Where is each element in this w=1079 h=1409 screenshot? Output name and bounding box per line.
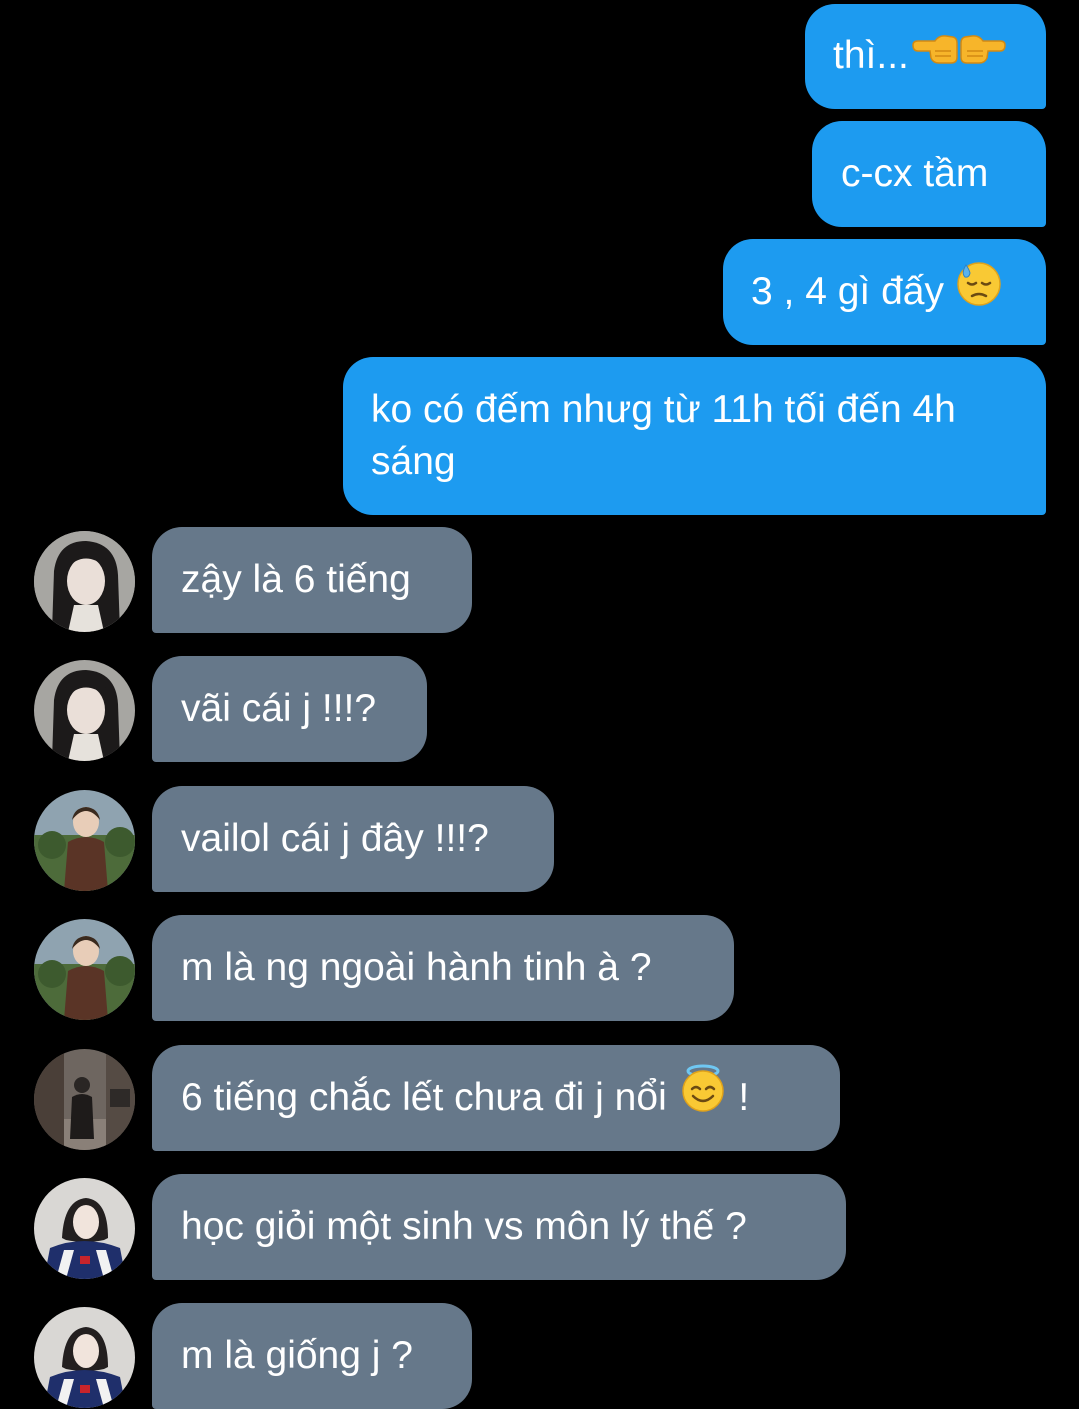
message-text: ko có đếm nhưg từ 11h tối đến 4h sáng: [371, 388, 956, 483]
avatar-street-photo[interactable]: [34, 1049, 135, 1150]
message-text: m là giống j ?: [181, 1334, 413, 1377]
message-text: m là ng ngoài hành tinh à ?: [181, 946, 652, 989]
avatar-girl-racing-jacket[interactable]: [34, 1307, 135, 1408]
avatar-child-brown-jacket[interactable]: [34, 919, 135, 1020]
message-text: 3 , 4 gì đấy: [751, 270, 944, 313]
message-bubble-incoming[interactable]: 6 tiếng chắc lết chưa đi j nổi !: [152, 1045, 840, 1151]
message-text: vãi cái j !!!?: [181, 687, 377, 730]
message-text: vailol cái j đây !!!?: [181, 817, 489, 860]
message-bubble-outgoing[interactable]: ko có đếm nhưg từ 11h tối đến 4h sáng: [343, 357, 1046, 515]
message-text: c-cx tầm: [841, 152, 989, 195]
message-text: thì...: [833, 34, 909, 77]
smiling-face-with-halo-icon: [678, 1063, 728, 1127]
avatar-girl-racing-jacket[interactable]: [34, 1178, 135, 1279]
message-text: 6 tiếng chắc lết chưa đi j nổi: [181, 1076, 667, 1119]
message-text: zậy là 6 tiếng: [181, 558, 411, 601]
avatar-girl-dark-hair[interactable]: [34, 660, 135, 761]
message-bubble-incoming[interactable]: zậy là 6 tiếng: [152, 527, 472, 633]
message-bubble-incoming[interactable]: vailol cái j đây !!!?: [152, 786, 554, 892]
message-bubble-incoming[interactable]: m là ng ngoài hành tinh à ?: [152, 915, 734, 1021]
downcast-sweat-face-icon: [955, 259, 1003, 321]
message-bubble-incoming[interactable]: m là giống j ?: [152, 1303, 472, 1409]
message-bubble-outgoing[interactable]: c-cx tầm: [812, 121, 1046, 227]
message-bubble-outgoing[interactable]: thì...: [805, 4, 1046, 109]
message-suffix: !: [738, 1076, 750, 1119]
avatar-girl-dark-hair[interactable]: [34, 531, 135, 632]
avatar-child-brown-jacket[interactable]: [34, 790, 135, 891]
message-bubble-incoming[interactable]: học giỏi một sinh vs môn lý thế ?: [152, 1174, 846, 1280]
message-bubble-incoming[interactable]: vãi cái j !!!?: [152, 656, 427, 762]
message-bubble-outgoing[interactable]: 3 , 4 gì đấy: [723, 239, 1046, 345]
backhand-index-pointing-left-right-icon: [909, 25, 1009, 85]
message-text: học giỏi một sinh vs môn lý thế ?: [181, 1205, 747, 1248]
